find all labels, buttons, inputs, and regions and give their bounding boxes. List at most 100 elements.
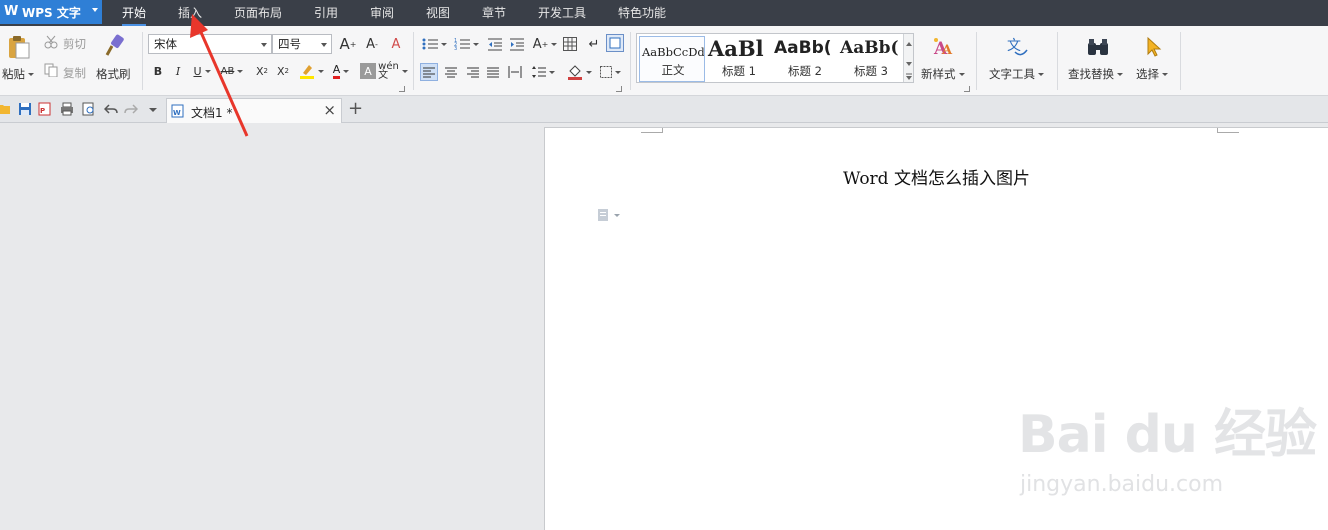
new-tab-button[interactable]: + bbox=[348, 98, 363, 119]
style-name: 标题 2 bbox=[788, 64, 822, 78]
style-name: 标题 3 bbox=[854, 64, 888, 78]
new-style-button[interactable]: 新样式 bbox=[921, 66, 965, 82]
distribute-button[interactable] bbox=[506, 63, 524, 81]
undo-icon[interactable] bbox=[103, 102, 118, 116]
tab-developer[interactable]: 开发工具 bbox=[538, 0, 586, 26]
tab-home[interactable]: 开始 bbox=[122, 0, 147, 26]
show-marks-button[interactable]: ↵ bbox=[586, 35, 602, 53]
find-replace-button[interactable]: 查找替换 bbox=[1068, 66, 1123, 82]
select-button[interactable]: 选择 bbox=[1136, 66, 1168, 82]
style-normal[interactable]: AaBbCcDd 正文 bbox=[639, 36, 705, 82]
print-icon[interactable] bbox=[60, 102, 74, 116]
open-folder-icon[interactable] bbox=[0, 102, 12, 116]
phonetic-guide-button[interactable]: wén 文 bbox=[378, 62, 408, 81]
table-icon[interactable] bbox=[562, 35, 578, 53]
text-tools-icon[interactable]: 文 bbox=[1004, 34, 1030, 60]
strikethrough-button[interactable]: AB bbox=[218, 62, 246, 80]
document-title-text[interactable]: Word 文档怎么插入图片 bbox=[843, 164, 1030, 189]
align-left-button[interactable] bbox=[420, 63, 438, 81]
text-direction-button[interactable]: A + bbox=[532, 35, 558, 53]
font-color-button[interactable]: A bbox=[328, 62, 354, 80]
line-spacing-button[interactable] bbox=[530, 63, 556, 81]
style-sample: AaBb( bbox=[840, 38, 899, 58]
save-icon[interactable] bbox=[18, 102, 32, 116]
text-tools-button[interactable]: 文字工具 bbox=[989, 66, 1044, 82]
bold-button[interactable]: B bbox=[150, 62, 166, 80]
tab-page-layout[interactable]: 页面布局 bbox=[234, 0, 282, 26]
tab-view[interactable]: 视图 bbox=[426, 0, 450, 26]
export-pdf-icon[interactable]: P bbox=[38, 102, 52, 116]
font-size-select[interactable]: 四号 bbox=[272, 34, 332, 54]
chevron-down-icon bbox=[92, 8, 98, 12]
paragraph-dialog-launcher[interactable] bbox=[616, 86, 622, 92]
highlight-color-button[interactable] bbox=[298, 62, 324, 80]
align-center-button[interactable] bbox=[442, 63, 460, 81]
cut-button[interactable]: 剪切 bbox=[63, 36, 86, 52]
styles-dialog-launcher[interactable] bbox=[964, 86, 970, 92]
paint-bucket-icon bbox=[567, 65, 582, 80]
document-page[interactable]: Word 文档怎么插入图片 bbox=[544, 127, 1328, 530]
char-shading-button[interactable]: A bbox=[360, 63, 376, 79]
paste-icon[interactable] bbox=[6, 34, 32, 60]
baidu-jingyan-watermark: Bai du 经验 bbox=[1018, 405, 1317, 465]
print-preview-icon[interactable] bbox=[82, 102, 96, 116]
subscript-button[interactable]: X2 bbox=[274, 62, 292, 80]
borders-button[interactable] bbox=[598, 63, 622, 81]
format-painter-button[interactable]: 格式刷 bbox=[96, 66, 131, 82]
shading-button[interactable] bbox=[564, 63, 594, 81]
clear-format-icon[interactable]: A bbox=[386, 34, 406, 54]
close-tab-icon[interactable]: × bbox=[323, 101, 336, 119]
tab-references[interactable]: 引用 bbox=[314, 0, 338, 26]
group-divider bbox=[413, 32, 414, 90]
bullets-icon[interactable] bbox=[420, 35, 448, 53]
style-heading-1[interactable]: AaBl 标题 1 bbox=[706, 36, 772, 82]
decrease-indent-icon[interactable] bbox=[486, 35, 504, 53]
page-corner-mark bbox=[1217, 128, 1239, 133]
style-heading-2[interactable]: AaBb( 标题 2 bbox=[772, 36, 838, 82]
new-style-icon[interactable]: AA bbox=[930, 34, 956, 60]
customize-qa-icon[interactable] bbox=[146, 102, 160, 116]
page-frame-icon[interactable] bbox=[606, 34, 624, 52]
font-family-value: 宋体 bbox=[154, 37, 177, 51]
new-style-label: 新样式 bbox=[921, 67, 956, 81]
binoculars-icon[interactable] bbox=[1085, 34, 1111, 60]
app-menu-button[interactable]: W WPS 文字 bbox=[0, 0, 102, 24]
italic-button[interactable]: I bbox=[170, 62, 186, 80]
copy-icon[interactable] bbox=[44, 63, 58, 77]
justify-button[interactable] bbox=[484, 63, 502, 81]
paste-button[interactable]: 粘贴 bbox=[2, 66, 34, 82]
document-canvas: Word 文档怎么插入图片 bbox=[0, 123, 1328, 530]
numbering-icon[interactable]: 123 bbox=[452, 35, 480, 53]
copy-button[interactable]: 复制 bbox=[63, 65, 86, 81]
group-divider bbox=[630, 32, 631, 90]
svg-text:W: W bbox=[173, 109, 181, 117]
tab-insert[interactable]: 插入 bbox=[178, 0, 202, 26]
font-dialog-launcher[interactable] bbox=[399, 86, 405, 92]
paste-options-icon[interactable] bbox=[597, 208, 625, 222]
ribbon: 粘贴 剪切 复制 格式刷 宋体 四号 A + A- A B I U AB X2 X… bbox=[0, 26, 1328, 96]
menu-bar: W WPS 文字 开始 插入 页面布局 引用 审阅 视图 章节 开发工具 特色功… bbox=[0, 0, 1328, 26]
group-divider bbox=[1180, 32, 1181, 90]
cut-icon[interactable] bbox=[44, 35, 58, 49]
shrink-font-icon[interactable]: A- bbox=[362, 34, 382, 54]
format-painter-icon[interactable] bbox=[102, 32, 126, 60]
page-corner-mark bbox=[641, 128, 663, 133]
text-tools-label: 文字工具 bbox=[989, 67, 1035, 81]
underline-button[interactable]: U bbox=[190, 62, 214, 80]
highlight-icon bbox=[299, 65, 314, 79]
font-family-select[interactable]: 宋体 bbox=[148, 34, 272, 54]
document-icon: W bbox=[171, 104, 184, 118]
increase-indent-icon[interactable] bbox=[508, 35, 526, 53]
grow-font-icon[interactable]: A + bbox=[338, 34, 358, 54]
style-gallery-scroll[interactable] bbox=[903, 34, 913, 82]
cursor-icon[interactable] bbox=[1144, 34, 1164, 60]
tab-chapter[interactable]: 章节 bbox=[482, 0, 506, 26]
wps-logo-icon: W bbox=[4, 4, 19, 19]
style-heading-3[interactable]: AaBb( 标题 3 bbox=[838, 36, 904, 82]
redo-icon[interactable] bbox=[124, 102, 139, 116]
tab-special[interactable]: 特色功能 bbox=[618, 0, 666, 26]
tab-review[interactable]: 审阅 bbox=[370, 0, 394, 26]
align-right-button[interactable] bbox=[464, 63, 482, 81]
document-tab[interactable]: W 文档1 * × bbox=[166, 98, 342, 123]
superscript-button[interactable]: X2 bbox=[254, 62, 270, 80]
